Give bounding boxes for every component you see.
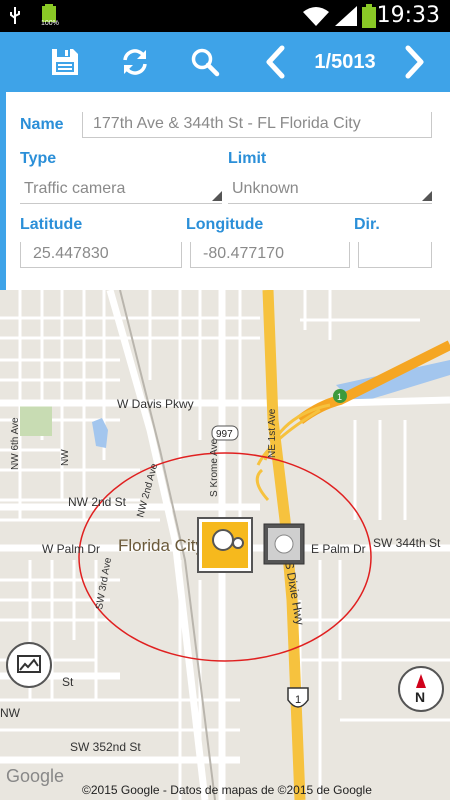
- previous-button[interactable]: [255, 32, 295, 92]
- map-view[interactable]: W Davis Pkwy NW 2nd St W Palm Dr E Palm …: [0, 290, 450, 800]
- compass-letter: N: [415, 689, 425, 705]
- search-icon: [191, 48, 220, 77]
- map-attribution[interactable]: ©2015 Google - Datos de mapas de ©2015 d…: [82, 783, 372, 797]
- camera-marker: [263, 523, 305, 565]
- longitude-field[interactable]: -80.477170: [190, 242, 350, 268]
- save-icon: [52, 49, 78, 75]
- save-button[interactable]: [40, 32, 90, 92]
- type-value: Traffic camera: [24, 180, 126, 197]
- refresh-button[interactable]: [110, 32, 160, 92]
- search-button[interactable]: [180, 32, 230, 92]
- limit-dropdown[interactable]: Unknown: [228, 177, 432, 204]
- signal-icon: [335, 6, 357, 26]
- compass-icon: N: [415, 674, 426, 705]
- dropdown-arrow-icon: [212, 191, 222, 201]
- shield-label: 997: [216, 429, 233, 440]
- street-label: SW 344th St: [373, 536, 441, 550]
- shield-label: 1: [295, 694, 301, 706]
- street-label: W Palm Dr: [42, 542, 100, 556]
- google-logo: Google: [6, 766, 65, 786]
- shield-label: 1: [337, 392, 342, 402]
- street-label: SW 352nd St: [70, 740, 141, 754]
- map-layers-button[interactable]: [6, 642, 52, 688]
- record-counter: 1/5013: [314, 51, 376, 73]
- limit-label: Limit: [228, 150, 267, 167]
- route-997-shield: 997: [211, 425, 239, 441]
- street-label: NW 2nd St: [68, 495, 127, 509]
- latitude-label: Latitude: [20, 216, 83, 233]
- compass-button[interactable]: N: [398, 666, 444, 712]
- camera-marker-selected: [197, 517, 253, 573]
- name-field[interactable]: 177th Ave & 344th St - FL Florida City: [82, 112, 432, 138]
- camera-form: Name 177th Ave & 344th St - FL Florida C…: [0, 92, 450, 290]
- dropdown-arrow-icon: [422, 191, 432, 201]
- street-label: NW 6th Ave: [10, 417, 21, 470]
- form-accent-bar: [0, 92, 6, 290]
- map-layers-icon: [17, 655, 41, 673]
- chevron-left-icon: [266, 45, 285, 79]
- toolbar: 1/5013: [0, 32, 450, 92]
- status-bar: 100% 19:33: [0, 0, 450, 32]
- battery-percent-label: 100%: [41, 20, 59, 27]
- name-label: Name: [20, 116, 64, 133]
- direction-field[interactable]: [358, 242, 432, 268]
- us1-shield: 1: [287, 687, 309, 708]
- next-button[interactable]: [395, 32, 435, 92]
- longitude-label: Longitude: [186, 216, 264, 233]
- limit-value: Unknown: [232, 180, 299, 197]
- street-label: E Palm Dr: [311, 542, 366, 556]
- refresh-icon: [123, 49, 147, 75]
- street-label: NW: [0, 706, 21, 720]
- chevron-right-icon: [405, 45, 424, 79]
- wifi-icon: [303, 7, 329, 26]
- street-label: S Krome Ave: [209, 438, 220, 497]
- battery-icon: [362, 4, 376, 28]
- street-label: St: [62, 675, 74, 689]
- street-label: W Davis Pkwy: [117, 397, 194, 411]
- latitude-field[interactable]: 25.447830: [20, 242, 182, 268]
- direction-label: Dir.: [354, 216, 380, 233]
- route-1-shield: 1: [333, 389, 347, 403]
- clock: 19:33: [376, 3, 440, 28]
- map-canvas: W Davis Pkwy NW 2nd St W Palm Dr E Palm …: [0, 290, 450, 800]
- type-dropdown[interactable]: Traffic camera: [20, 177, 222, 204]
- type-label: Type: [20, 150, 57, 167]
- street-label: NE 1st Ave: [267, 408, 278, 458]
- usb-icon: [10, 7, 20, 24]
- city-label: Florida City: [118, 536, 204, 555]
- street-label: NW: [60, 449, 71, 466]
